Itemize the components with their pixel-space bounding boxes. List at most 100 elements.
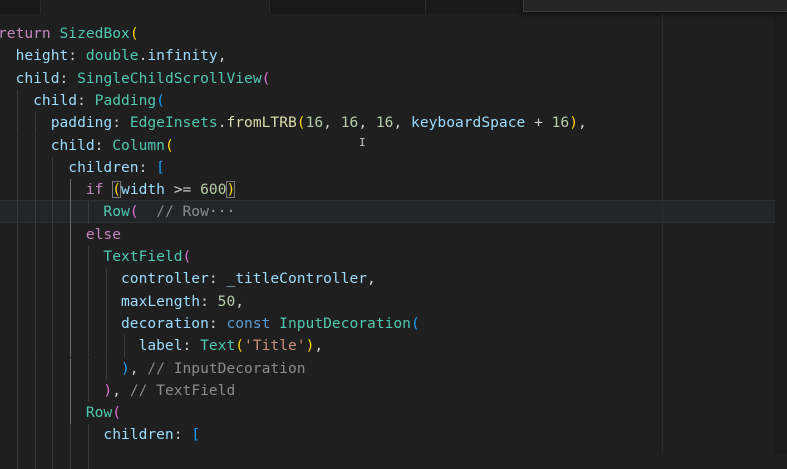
code-line[interactable]: TextField( <box>0 246 191 268</box>
code-line[interactable]: decoration: const InputDecoration( <box>0 313 420 335</box>
code-token: , <box>217 47 227 65</box>
mouse-text-cursor: I <box>359 136 366 149</box>
code-line[interactable]: Row( <box>0 402 121 424</box>
code-token: ( <box>112 181 122 199</box>
code-line[interactable]: Row( // Row··· <box>0 201 235 223</box>
code-token: children <box>0 426 174 444</box>
code-token: : <box>94 136 113 154</box>
code-token: : <box>77 91 95 109</box>
code-token: , <box>578 114 587 132</box>
code-token: SingleChildScrollView <box>77 69 262 87</box>
code-token: maxLength <box>0 292 201 310</box>
code-token: label <box>0 337 183 355</box>
editor-tab[interactable] <box>40 0 270 14</box>
code-token: , <box>112 381 130 399</box>
code-token: child <box>0 69 60 87</box>
code-token: , <box>314 337 324 355</box>
code-token: 16 <box>305 114 324 132</box>
code-token: else <box>0 225 122 243</box>
code-token: _titleController <box>226 270 368 288</box>
editor-tab-bar <box>0 0 787 14</box>
code-line[interactable]: if (width >= 600) <box>0 179 236 201</box>
code-token: ( <box>164 136 174 154</box>
code-token: if <box>0 181 113 199</box>
code-token: : <box>138 158 157 176</box>
code-token: ( <box>129 203 139 221</box>
code-token: ··· <box>208 203 236 221</box>
code-token: : <box>112 114 130 132</box>
code-editor[interactable]: return SizedBox( height: double.infinity… <box>0 14 787 469</box>
code-token: child <box>0 91 78 109</box>
code-token: ) <box>569 114 579 132</box>
code-token: infinity <box>147 47 218 65</box>
code-token: 600 <box>200 181 227 199</box>
code-line[interactable]: child: SingleChildScrollView( <box>0 68 271 90</box>
code-line[interactable]: children: [ <box>0 157 165 179</box>
code-token: ( <box>112 404 122 422</box>
code-token: : <box>200 292 218 310</box>
code-line[interactable]: child: Padding( <box>0 90 165 112</box>
code-token: keyboardSpace <box>411 114 526 132</box>
code-token: [ <box>191 426 201 444</box>
code-token: 16 <box>375 114 394 132</box>
vertical-scrollbar[interactable] <box>775 14 787 454</box>
code-token: Text <box>200 337 236 355</box>
code-token: , <box>358 114 376 132</box>
code-token: , <box>393 114 412 132</box>
code-token: ( <box>235 337 245 355</box>
editor-tab[interactable] <box>425 0 527 14</box>
code-token: , <box>367 270 376 288</box>
code-line[interactable]: children: [ <box>0 424 200 446</box>
code-token: InputDecoration <box>279 314 411 332</box>
code-line[interactable]: padding: EdgeInsets.fromLTRB(16, 16, 16,… <box>0 112 587 134</box>
code-line[interactable]: ), // InputDecoration <box>0 358 306 380</box>
code-line[interactable]: else <box>0 224 121 246</box>
code-line[interactable]: ), // TextField <box>0 380 235 402</box>
code-token: Padding <box>94 91 157 109</box>
code-token: >= <box>164 181 201 199</box>
code-token: : <box>208 270 227 288</box>
code-token: , <box>129 359 148 377</box>
code-token: , <box>235 292 245 310</box>
code-token: EdgeInsets <box>129 114 218 132</box>
code-token: : <box>182 337 201 355</box>
code-token: children <box>0 158 139 176</box>
code-line[interactable]: height: double.infinity, <box>0 45 227 67</box>
code-token: child <box>0 136 95 154</box>
code-line[interactable]: label: Text('Title'), <box>0 335 324 357</box>
code-line[interactable]: controller: _titleController, <box>0 268 376 290</box>
editor-ruler <box>662 14 663 454</box>
code-token: Row <box>0 203 130 221</box>
code-token: // InputDecoration <box>147 359 306 377</box>
code-line[interactable] <box>0 447 121 469</box>
code-token: Column <box>112 136 165 154</box>
code-token: ( <box>182 248 192 265</box>
code-token: height <box>0 47 69 65</box>
code-token: padding <box>0 114 113 132</box>
code-token: decoration <box>0 314 209 332</box>
code-token: ( <box>261 69 271 87</box>
code-token: ) <box>0 381 113 399</box>
code-token: : <box>208 314 227 332</box>
code-token: ( <box>410 314 420 332</box>
code-token: fromLTRB <box>226 114 297 132</box>
code-token: [ <box>156 158 165 176</box>
code-line[interactable]: maxLength: 50, <box>0 291 244 313</box>
code-token: Row <box>0 404 113 422</box>
find-widget[interactable] <box>523 0 787 12</box>
code-token: ) <box>0 359 130 377</box>
code-token: : <box>59 69 78 87</box>
code-line[interactable]: child: Column( <box>0 135 174 157</box>
code-token: , <box>323 114 341 132</box>
code-token: ( <box>129 25 139 42</box>
code-line[interactable]: return SizedBox( <box>0 23 139 45</box>
code-token: 16 <box>551 114 570 132</box>
code-token: SizedBox <box>59 25 130 42</box>
code-token: ( <box>296 114 306 132</box>
code-token: 16 <box>340 114 359 132</box>
code-token: : <box>173 426 192 444</box>
code-token: double <box>85 47 139 65</box>
code-token: ) <box>226 181 236 199</box>
code-token: // TextField <box>129 381 236 399</box>
